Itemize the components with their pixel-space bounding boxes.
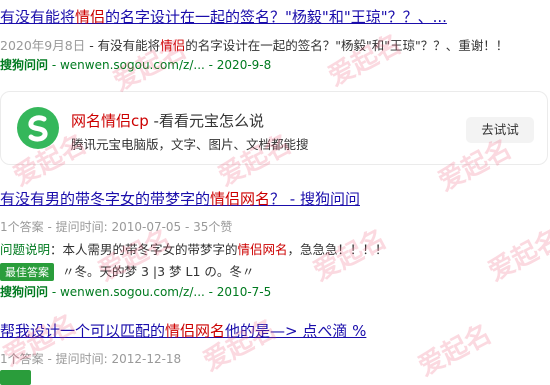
result-1-source[interactable]: 搜狗问问 - wenwen.sogou.com/z/... - 2020-9-8 — [0, 56, 271, 73]
try-button[interactable]: 去试试 — [466, 117, 534, 143]
result-1-snippet-pre: - 有没有能将 — [85, 38, 161, 53]
card-subtitle: 腾讯元宝电脑版，文字、图片、文档都能搜 — [71, 137, 309, 152]
result-2-question-pre: ：本人需男的带冬字女的带梦字的 — [50, 242, 238, 257]
result-2-title-post: ？ - 搜狗问问 — [270, 190, 360, 208]
result-3-title-link[interactable]: 帮我设计一个可以匹配的情侣网名他的是—> 点ぺ滴 % — [0, 320, 366, 341]
watermark: 爱起名 — [413, 319, 497, 383]
result-3-title-post: 他的是—> 点ぺ滴 % — [225, 322, 367, 340]
result-2-question: 问题说明：本人需男的带冬字女的带梦字的情侣网名，急急急！！！！ — [0, 239, 388, 258]
watermark: 爱起名 — [483, 224, 550, 288]
result-1-snippet: 2020年9月8日 - 有没有能将情侣的名字设计在一起的签名？"杨毅"和"王琼"… — [0, 35, 508, 54]
result-1-title-link[interactable]: 有没有能将情侣的名字设计在一起的签名？"杨毅"和"王琼"？？、... — [0, 6, 447, 27]
result-1-title-pre: 有没有能将 — [0, 8, 76, 26]
result-2-title-highlight: 情侣网名 — [210, 190, 271, 208]
result-3-title-highlight: 情侣网名 — [165, 322, 226, 340]
result-1-title-highlight: 情侣 — [75, 8, 106, 26]
result-3-meta: 1个答案 - 提问时间: 2012-12-18 — [0, 352, 182, 366]
result-2-question-highlight: 情侣网名 — [237, 242, 288, 257]
ai-assistant-card[interactable]: 网名情侣cp -看看元宝怎么说 腾讯元宝电脑版，文字、图片、文档都能搜 去试试 — [0, 91, 548, 165]
card-title-rest: -看看元宝怎么说 — [148, 112, 264, 130]
card-title-highlight: 网名情侣cp — [71, 112, 149, 130]
result-3-title-pre: 帮我设计一个可以匹配的 — [0, 322, 166, 340]
result-1-snippet-post: 的名字设计在一起的签名？"杨毅"和"王琼"？？、重谢！！ — [185, 38, 509, 53]
result-2-question-post: ，急急急！！！！ — [287, 242, 388, 257]
card-title[interactable]: 网名情侣cp -看看元宝怎么说 — [71, 110, 264, 131]
result-2-source[interactable]: 搜狗问问 - wenwen.sogou.com/z/... - 2010-7-5 — [0, 283, 271, 300]
result-1-source-url: - wenwen.sogou.com/z/... - 2020-9-8 — [48, 58, 272, 72]
result-2-title-pre: 有没有男的带冬字女的带梦字的 — [0, 190, 211, 208]
result-3-badge — [0, 370, 31, 385]
result-1-title-post: 的名字设计在一起的签名？"杨毅"和"王琼"？？、... — [105, 8, 447, 26]
best-answer-text: 〃冬。天的梦 3 |3 梦 L1 の。冬〃 — [62, 264, 255, 279]
result-3-best-answer-partial — [0, 369, 39, 385]
result-2-meta: 1个答案 - 提问时间: 2010-07-05 - 35个赞 — [0, 220, 233, 234]
result-1-date: 2020年9月8日 — [0, 38, 86, 53]
sogou-s-logo-icon — [17, 107, 59, 149]
result-1-source-name: 搜狗问问 — [0, 58, 49, 72]
result-2-question-label: 问题说明 — [0, 242, 51, 257]
result-2-title-link[interactable]: 有没有男的带冬字女的带梦字的情侣网名？ - 搜狗问问 — [0, 188, 360, 209]
result-1-snippet-highlight: 情侣 — [160, 38, 186, 53]
result-2-source-url: - wenwen.sogou.com/z/... - 2010-7-5 — [48, 285, 272, 299]
result-2-source-name: 搜狗问问 — [0, 285, 49, 299]
result-2-best-answer: 最佳答案 〃冬。天的梦 3 |3 梦 L1 の。冬〃 — [0, 261, 254, 281]
best-answer-badge: 最佳答案 — [0, 263, 54, 281]
